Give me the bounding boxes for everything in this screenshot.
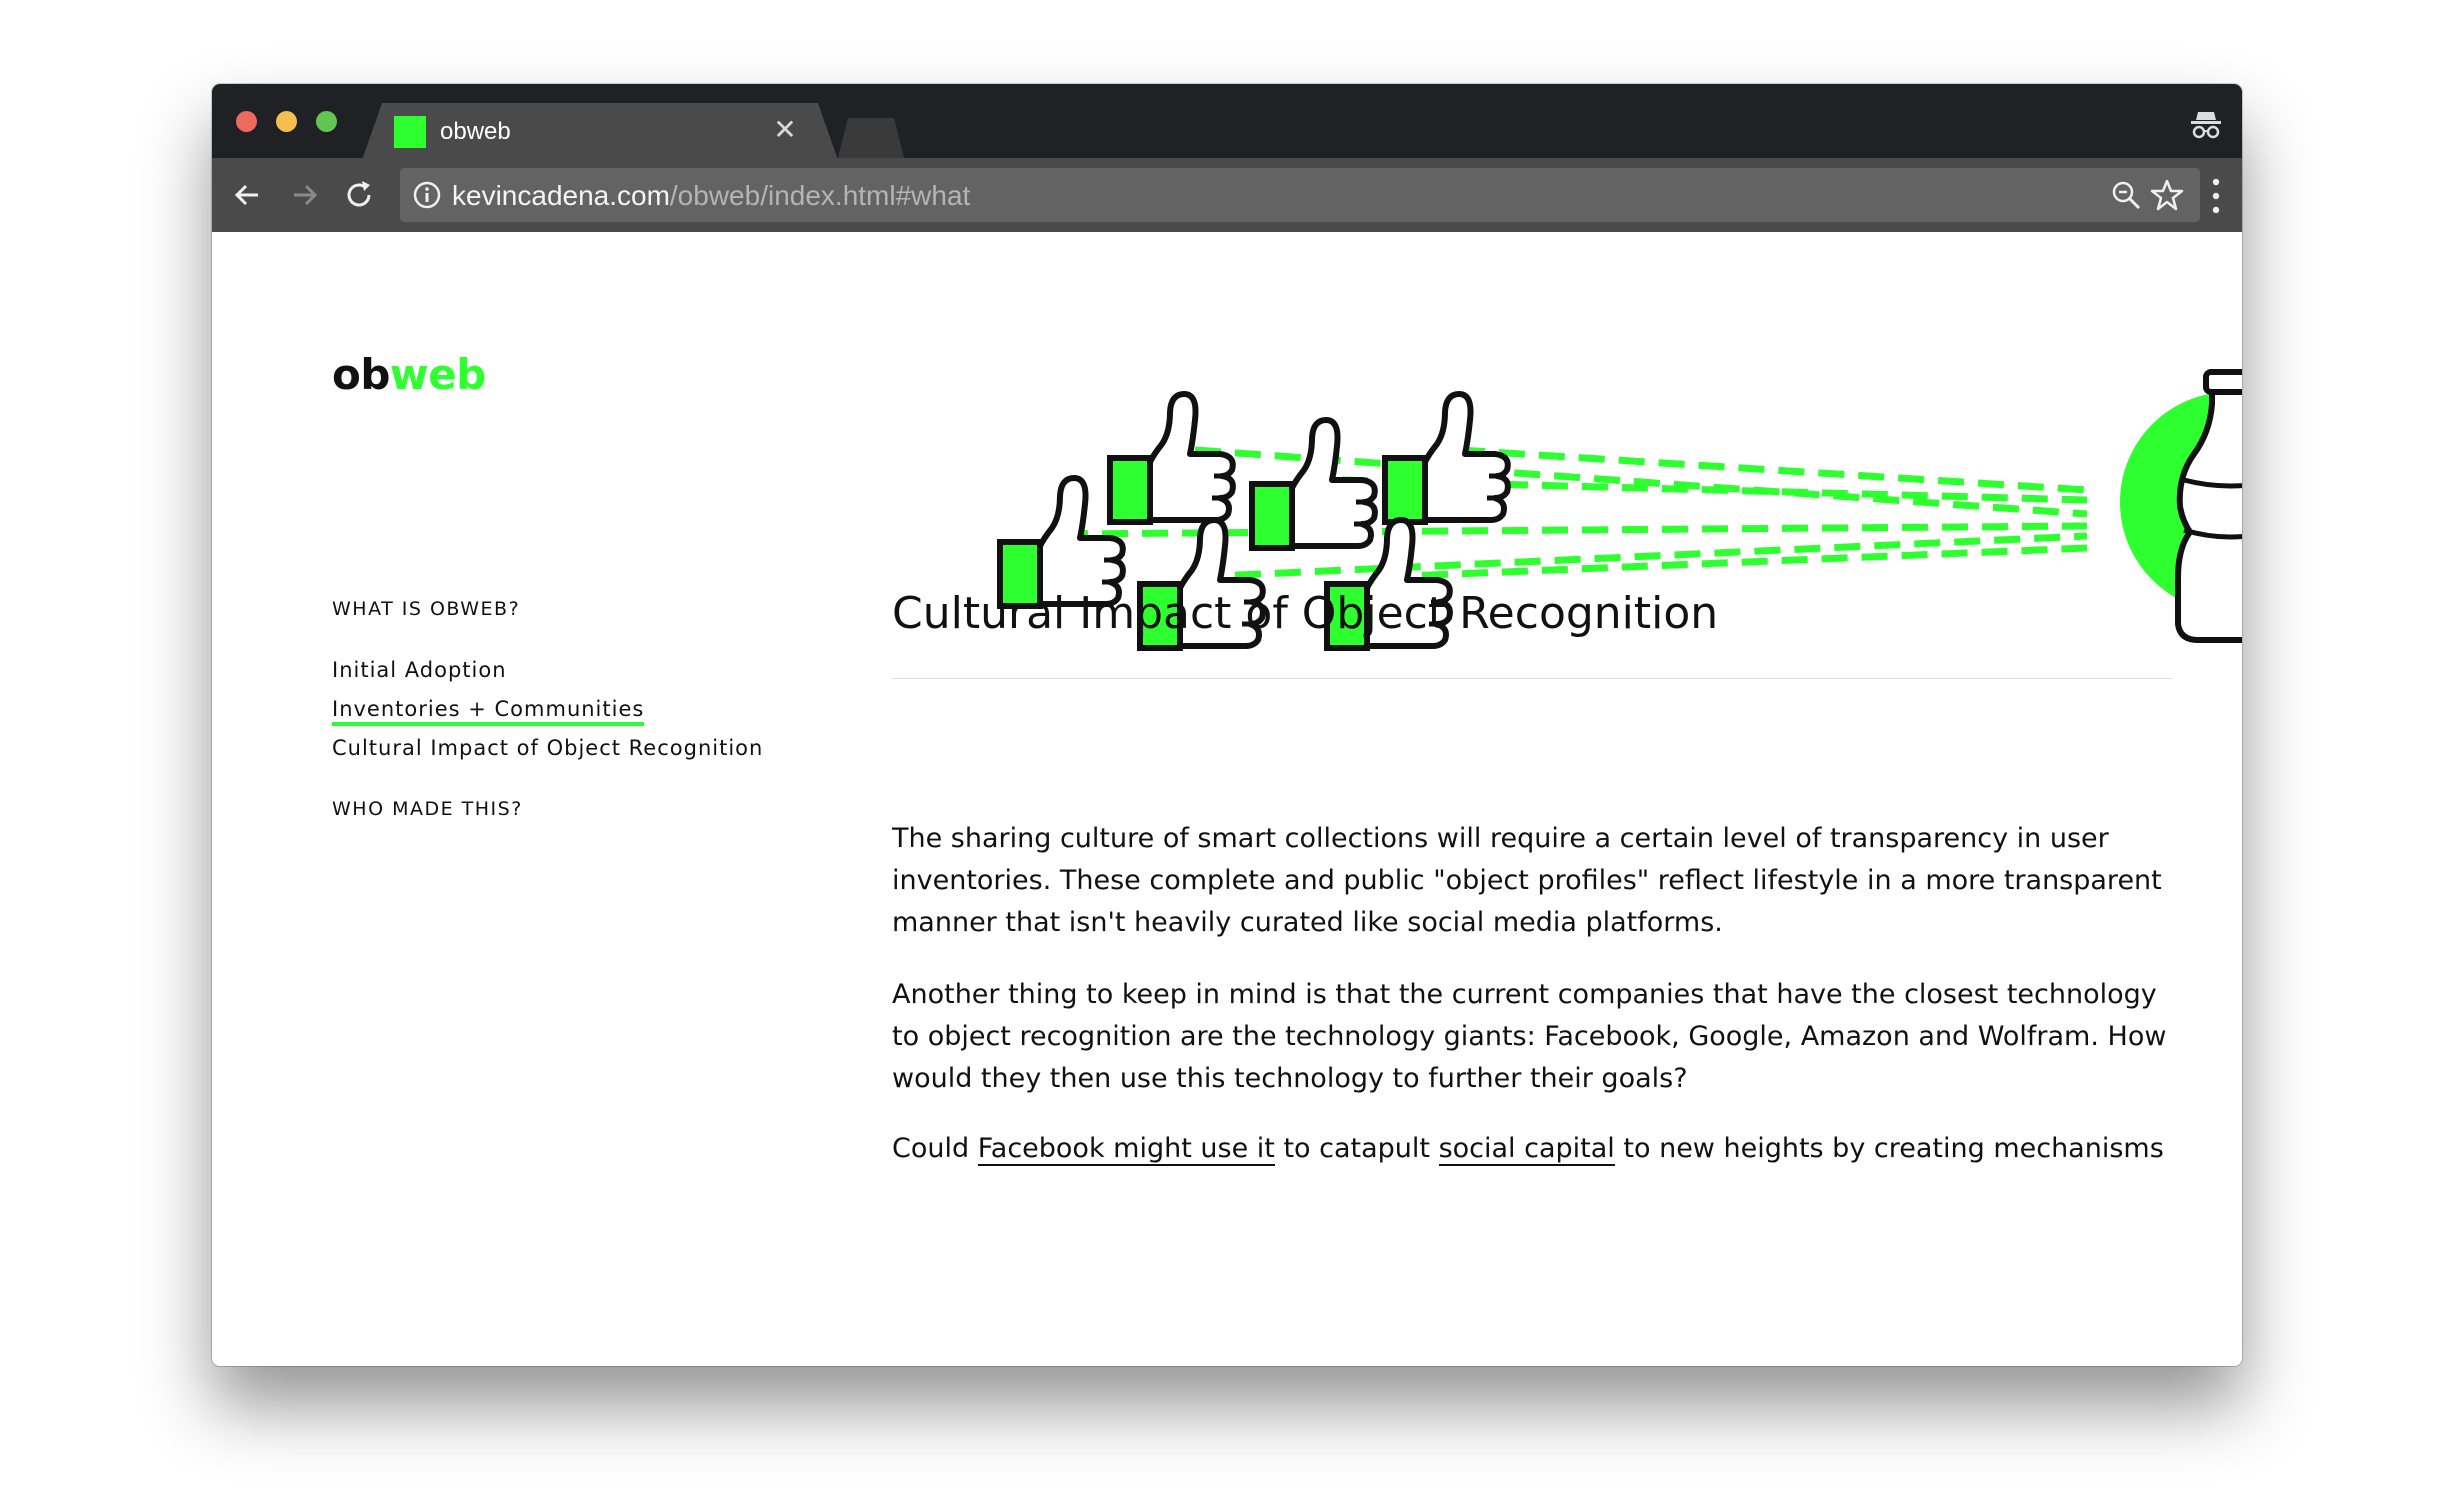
favicon-icon [394, 116, 426, 148]
back-arrow-icon[interactable] [228, 175, 268, 215]
paragraph-3: Could Facebook might use it to catapult … [892, 1133, 2164, 1166]
nav-link-initial-adoption[interactable]: Initial Adoption [332, 658, 507, 682]
thumbs-up-icon [1385, 394, 1508, 522]
close-icon[interactable]: ✕ [770, 115, 800, 145]
tab-title: obweb [440, 118, 511, 145]
browser-toolbar: kevincadena.com/obweb/index.html#what [212, 158, 2242, 232]
tab-bar: obweb ✕ [212, 84, 2242, 158]
link-facebook-might-use-it[interactable]: Facebook might use it [977, 1133, 1275, 1166]
nav-what-is-obweb[interactable]: WHAT IS OBWEB? [332, 598, 520, 620]
close-window-button[interactable] [236, 111, 257, 132]
link-social-capital[interactable]: social capital [1438, 1133, 1615, 1166]
minimize-window-button[interactable] [276, 111, 297, 132]
star-icon[interactable] [2150, 178, 2184, 212]
thumbs-up-icon [1110, 394, 1233, 522]
info-icon[interactable] [412, 180, 442, 210]
menu-dots-icon[interactable] [2210, 176, 2222, 216]
maximize-window-button[interactable] [316, 111, 337, 132]
incognito-icon [2191, 112, 2221, 139]
nav-who-made-this[interactable]: WHO MADE THIS? [332, 798, 523, 820]
new-tab-button[interactable] [838, 118, 904, 158]
paragraph-2: Another thing to keep in mind is that th… [892, 979, 2167, 1094]
nav-link-cultural-impact[interactable]: Cultural Impact of Object Recognition [332, 736, 763, 760]
browser-window: obweb ✕ kevincadena.com/obweb/index.html… [212, 84, 2242, 1366]
page-content: obweb WHAT IS OBWEB? Initial Adoption In… [212, 232, 2242, 1366]
url-text: kevincadena.com/obweb/index.html#what [452, 180, 971, 211]
title-divider [892, 678, 2172, 679]
forward-arrow-icon[interactable] [284, 175, 324, 215]
thumbs-up-icon [1252, 420, 1375, 548]
address-bar[interactable]: kevincadena.com/obweb/index.html#what [400, 168, 2200, 222]
nav-link-inventories-communities[interactable]: Inventories + Communities [332, 697, 645, 726]
zoom-icon[interactable] [2110, 179, 2142, 211]
page-title: Cultural Impact of Object Recognition [892, 588, 1719, 639]
paragraph-1: The sharing culture of smart collections… [892, 823, 2162, 938]
reload-icon[interactable] [340, 175, 380, 215]
site-logo[interactable]: obweb [332, 350, 486, 399]
tab-obweb[interactable]: obweb ✕ [362, 103, 838, 160]
